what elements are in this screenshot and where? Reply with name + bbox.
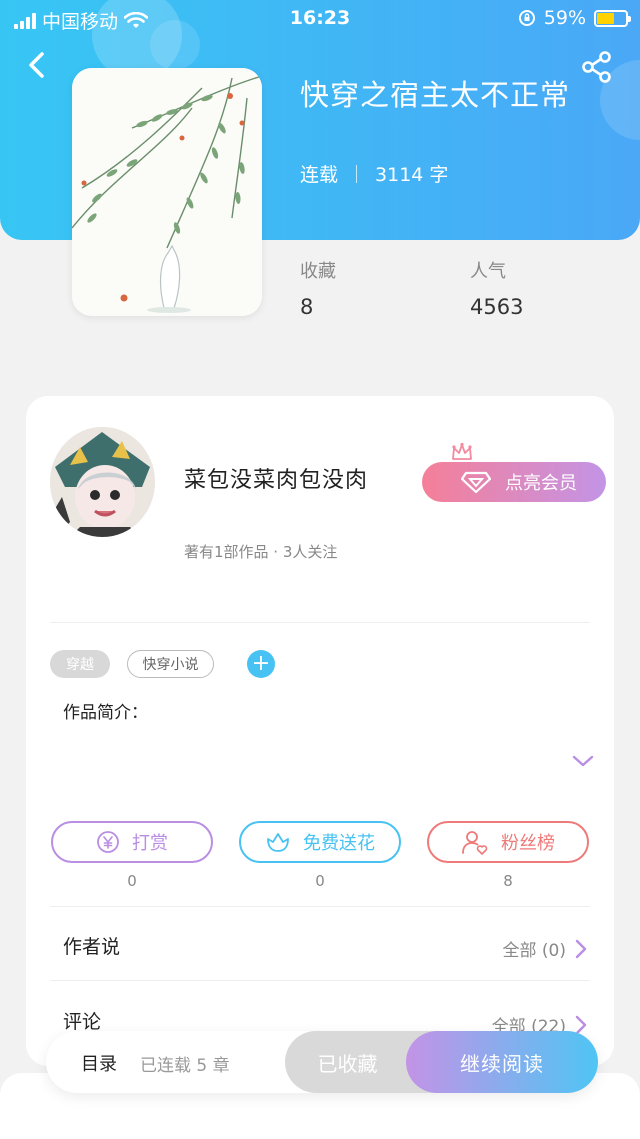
- stat-value: 8: [300, 295, 314, 319]
- author-avatar[interactable]: [50, 427, 155, 537]
- stat-favorites: 收藏 8: [300, 257, 336, 319]
- reward-button[interactable]: 打赏: [51, 821, 213, 863]
- action-label: 打赏: [132, 833, 168, 854]
- stat-label: 人气: [470, 261, 506, 282]
- add-tag-button[interactable]: +: [247, 650, 275, 678]
- plus-icon: +: [251, 651, 271, 676]
- book-meta: 连载 3114 字: [300, 160, 448, 187]
- flower-icon: [267, 833, 289, 852]
- divider: [50, 980, 590, 981]
- vip-button[interactable]: 点亮会员: [422, 462, 606, 502]
- action-label: 免费送花: [303, 833, 375, 854]
- stat-value: 4563: [470, 295, 524, 319]
- crown-icon: [452, 442, 472, 460]
- chevron-right-icon: [575, 939, 587, 958]
- divider: [50, 622, 590, 623]
- meta-divider: [356, 164, 358, 183]
- continue-reading-button[interactable]: 继续阅读: [406, 1031, 598, 1093]
- fan-count: 8: [503, 872, 513, 890]
- intro-label: 作品简介：: [63, 703, 148, 723]
- reward-count: 0: [127, 872, 137, 890]
- status-bar: 中国移动 16:23 59%: [0, 0, 640, 36]
- send-flower-button[interactable]: 免费送花: [239, 821, 401, 863]
- author-name[interactable]: 菜包没菜肉包没肉: [184, 462, 368, 494]
- vip-label: 点亮会员: [505, 473, 577, 494]
- back-arrow-icon[interactable]: [22, 48, 52, 82]
- author-info: 著有1部作品 · 3人关注: [184, 543, 338, 561]
- tag-chip[interactable]: 穿越: [50, 650, 110, 678]
- author-says-all-link[interactable]: 全部 (0): [503, 936, 588, 961]
- stat-label: 收藏: [300, 261, 336, 282]
- yen-coin-icon: [97, 831, 119, 853]
- flower-count: 0: [315, 872, 325, 890]
- chapter-status: 已连载 5 章: [140, 1056, 230, 1076]
- action-label: 粉丝榜: [501, 833, 555, 854]
- author-says-label: 作者说: [63, 936, 121, 958]
- book-title: 快穿之宿主太不正常: [300, 78, 571, 112]
- cover-illustration: [72, 68, 262, 316]
- comments-label: 评论: [63, 1011, 102, 1033]
- toc-button[interactable]: 目录: [81, 1050, 117, 1076]
- serial-status: 连载: [300, 164, 339, 186]
- share-icon[interactable]: [580, 50, 614, 84]
- word-count: 3114 字: [375, 164, 449, 186]
- battery-icon: [594, 9, 631, 27]
- stat-popularity: 人气 4563: [470, 257, 523, 319]
- diamond-icon: [461, 471, 491, 493]
- chevron-down-icon[interactable]: [571, 752, 595, 770]
- book-cover: [72, 68, 262, 316]
- author-says-all: 全部 (0): [502, 941, 566, 961]
- fan-user-icon: [462, 831, 488, 855]
- orientation-lock-icon: [518, 10, 535, 26]
- divider: [50, 906, 590, 907]
- tag-chip[interactable]: 快穿小说: [127, 650, 214, 678]
- collected-label: 已收藏: [317, 1051, 378, 1076]
- battery-percent: 59%: [543, 7, 586, 29]
- fan-ranking-button[interactable]: 粉丝榜: [427, 821, 589, 863]
- continue-label: 继续阅读: [460, 1051, 544, 1076]
